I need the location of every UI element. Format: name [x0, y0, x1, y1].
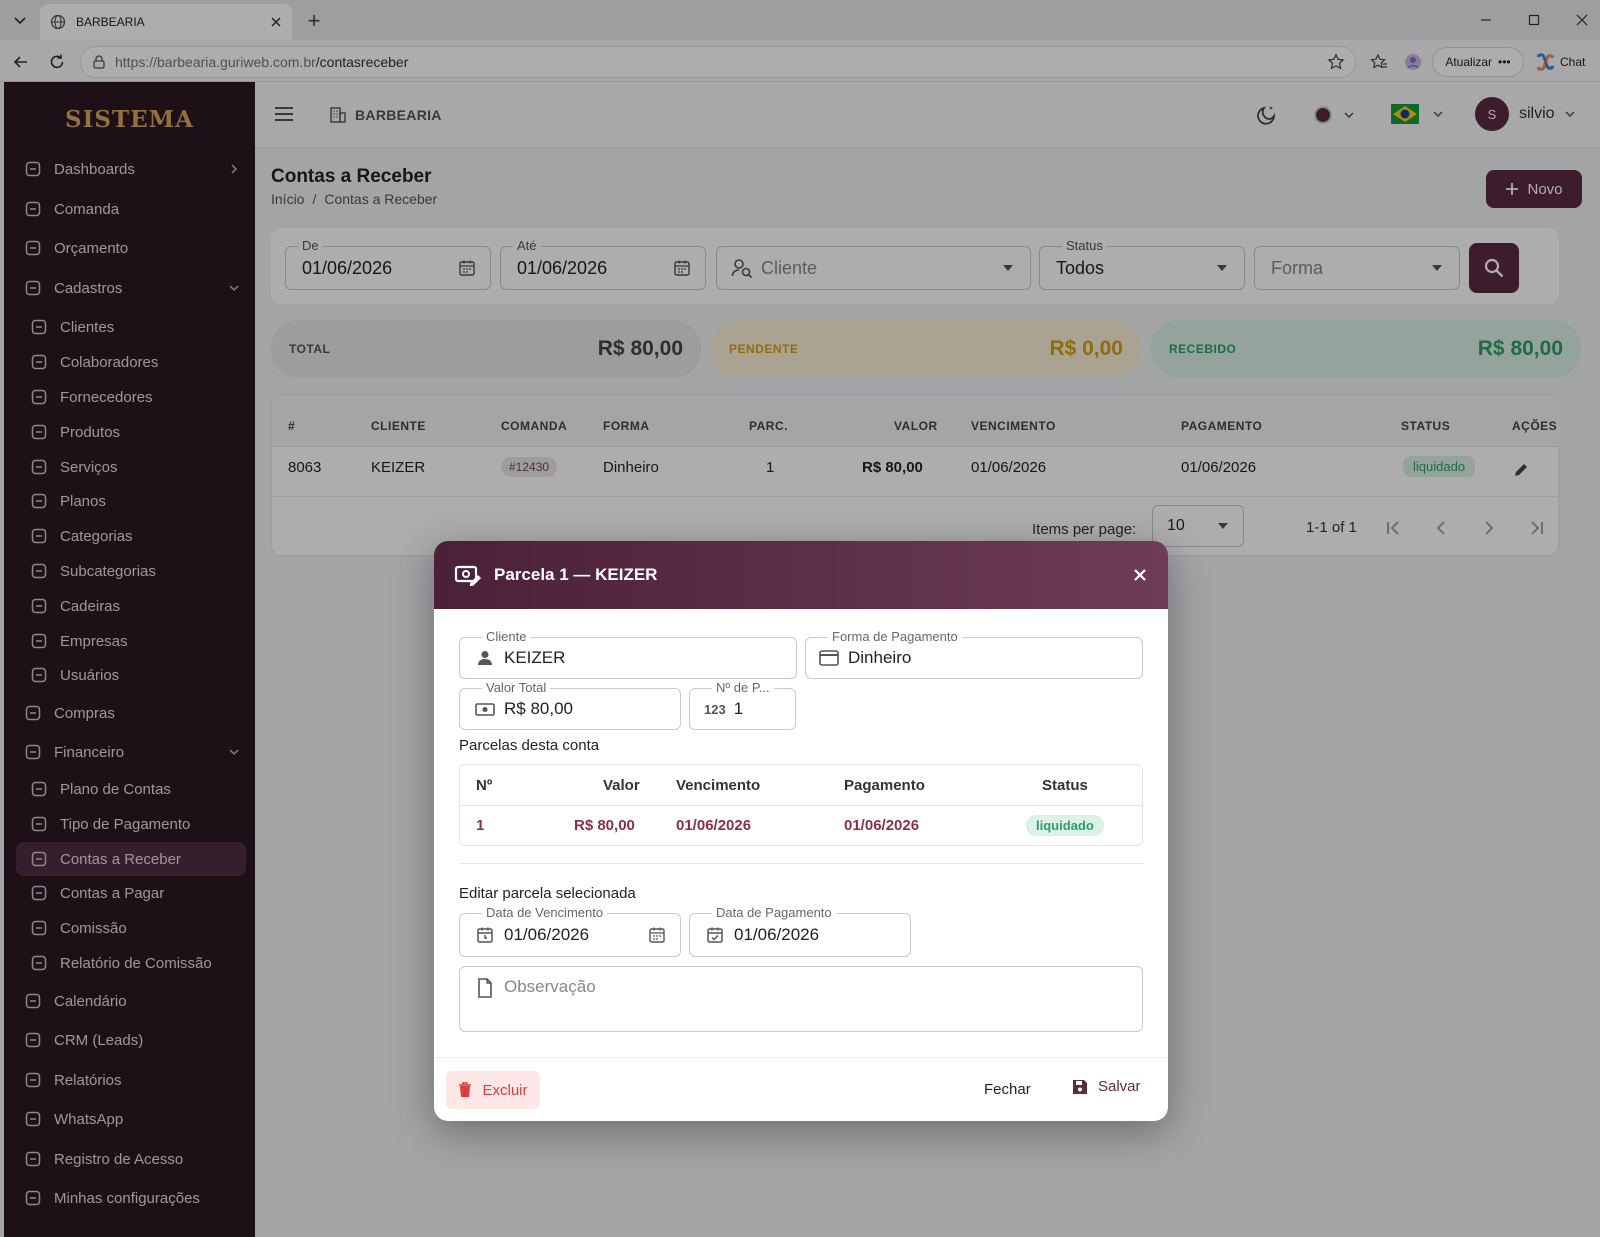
parcelas-col-status: Status: [1042, 777, 1088, 794]
parcela-n: 1: [476, 817, 485, 834]
parcela-dialog: Parcela 1 — KEIZER Cliente KEIZER Forma …: [434, 541, 1168, 1121]
data-pagamento-field[interactable]: Data de Pagamento 01/06/2026: [689, 905, 911, 957]
cliente-label: Cliente: [482, 629, 531, 644]
valor-total-label: Valor Total: [482, 680, 551, 695]
save-button[interactable]: Salvar: [1072, 1078, 1141, 1095]
parcela-valor: R$ 80,00: [574, 817, 635, 834]
num-parcelas-label: Nº de P...: [712, 680, 774, 695]
observacao-field[interactable]: Observação: [459, 966, 1143, 1032]
parcelas-col-valor: Valor: [603, 777, 640, 794]
cliente-value: KEIZER: [504, 648, 566, 667]
parcelas-col-n: Nº: [476, 777, 493, 794]
valor-total-value: R$ 80,00: [504, 699, 573, 718]
parcelas-title: Parcelas desta conta: [459, 737, 600, 754]
trash-icon: [459, 1082, 472, 1097]
cash-icon: [475, 703, 495, 716]
valor-total-field[interactable]: Valor Total R$ 80,00: [459, 680, 681, 730]
parcela-vencimento: 01/06/2026: [676, 817, 752, 834]
save-button-label: Salvar: [1098, 1078, 1141, 1095]
cliente-field[interactable]: Cliente KEIZER: [459, 629, 797, 679]
calendar-clock-icon: [477, 927, 493, 943]
data-vencimento-label: Data de Vencimento: [482, 905, 608, 920]
credit-card-icon: [819, 650, 839, 666]
close-button[interactable]: Fechar: [984, 1081, 1031, 1098]
forma-pagamento-label: Forma de Pagamento: [828, 629, 962, 644]
parcelas-col-pagamento: Pagamento: [844, 777, 925, 794]
calendar-check-icon: [707, 927, 723, 943]
dialog-header: Parcela 1 — KEIZER: [434, 541, 1168, 609]
save-icon: [1073, 1079, 1087, 1094]
section-divider: [459, 863, 1143, 864]
observacao-placeholder: Observação: [504, 977, 596, 996]
delete-button[interactable]: Excluir: [446, 1071, 540, 1109]
data-pagamento-value: 01/06/2026: [734, 925, 820, 944]
parcela-pagamento: 01/06/2026: [844, 817, 920, 834]
close-icon[interactable]: [1132, 567, 1148, 583]
payment-icon: [454, 565, 481, 586]
forma-pagamento-value: Dinheiro: [848, 648, 912, 667]
parcela-status-badge: liquidado: [1026, 815, 1104, 836]
data-vencimento-field[interactable]: Data de Vencimento 01/06/2026: [459, 905, 681, 957]
person-icon: [478, 651, 492, 665]
dialog-title: Parcela 1 — KEIZER: [494, 565, 658, 584]
num-parcelas-field[interactable]: Nº de P... 123 1: [689, 680, 796, 730]
delete-button-label: Excluir: [482, 1081, 528, 1099]
data-vencimento-value: 01/06/2026: [504, 925, 590, 944]
numeric-icon: 123: [704, 701, 726, 717]
num-parcelas-value: 1: [733, 699, 744, 718]
forma-pagamento-field[interactable]: Forma de Pagamento Dinheiro: [805, 629, 1143, 679]
calendar-icon[interactable]: [648, 926, 666, 944]
note-icon: [478, 978, 492, 998]
edit-section-title: Editar parcela selecionada: [459, 885, 636, 902]
parcelas-table: Nº Valor Vencimento Pagamento Status 1 R…: [459, 764, 1143, 846]
footer-divider: [434, 1057, 1168, 1058]
data-pagamento-label: Data de Pagamento: [712, 905, 836, 920]
parcelas-col-vencimento: Vencimento: [676, 777, 761, 794]
